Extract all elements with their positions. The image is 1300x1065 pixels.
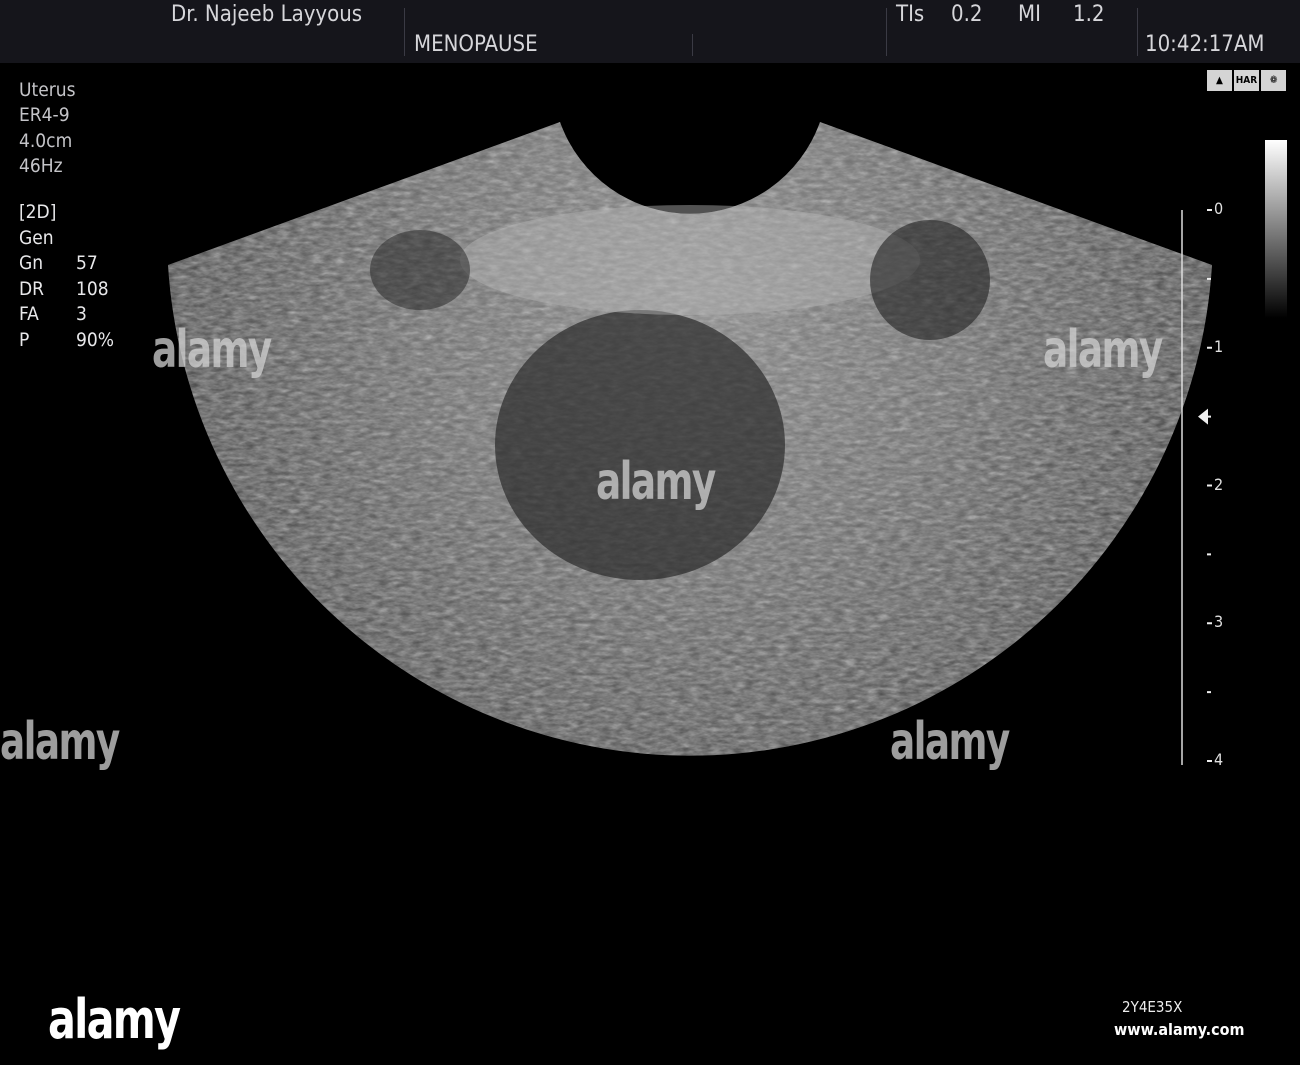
depth-tick-label: 1 xyxy=(1214,336,1224,356)
hypoechoic-mass xyxy=(495,310,785,580)
watermark-text: alamy xyxy=(0,712,120,772)
alamy-logo: alamy xyxy=(48,988,181,1051)
watermark-text: alamy xyxy=(1043,320,1163,380)
watermark-text: alamy xyxy=(152,320,272,380)
image-id: 2Y4E35X xyxy=(1122,998,1183,1016)
ultrasound-image xyxy=(168,122,1212,765)
site-url: www.alamy.com xyxy=(1114,1020,1245,1039)
depth-tick-label: 4 xyxy=(1214,750,1224,769)
grayscale-bar xyxy=(1265,140,1287,318)
watermark-text: alamy xyxy=(596,452,716,512)
echogenic-band xyxy=(460,205,920,315)
depth-tick-label: 0 xyxy=(1214,199,1224,218)
dark-region xyxy=(370,230,470,310)
dark-region xyxy=(870,220,990,340)
watermark-text: alamy xyxy=(890,712,1010,772)
depth-tick-label: 3 xyxy=(1214,612,1224,632)
depth-tick-label: 2 xyxy=(1214,474,1224,494)
focus-marker-icon xyxy=(1198,408,1208,425)
